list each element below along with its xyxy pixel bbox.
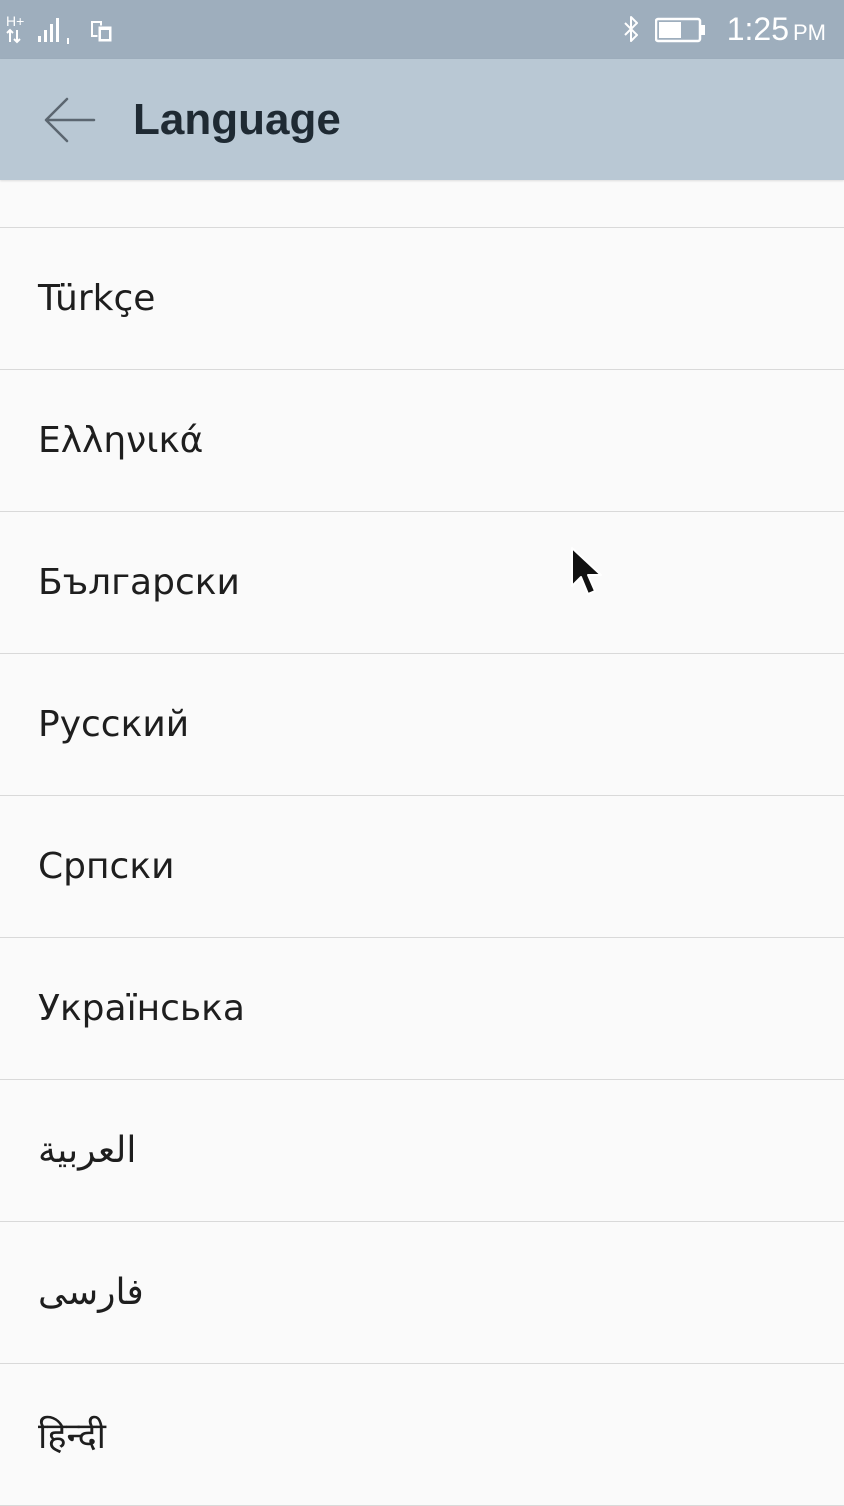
status-left-icons: H+ [6, 12, 126, 46]
back-button[interactable] [30, 81, 110, 159]
list-top-divider [0, 180, 844, 228]
language-label: Українська [38, 988, 245, 1029]
language-item-russian[interactable]: Русский [0, 654, 844, 796]
language-item-greek[interactable]: Ελληνικά [0, 370, 844, 512]
language-item-ukrainian[interactable]: Українська [0, 938, 844, 1080]
page-title: Language [133, 95, 341, 144]
battery-icon [654, 17, 705, 42]
language-label: فارسی [38, 1272, 144, 1313]
status-time: 1:25 PM [726, 11, 826, 47]
bluetooth-icon [624, 15, 638, 42]
status-ampm: PM [793, 20, 826, 45]
status-bar: H+ 1:25 PM [0, 0, 844, 59]
language-label: العربية [38, 1130, 137, 1171]
language-label: Ελληνικά [38, 420, 204, 461]
language-item-serbian[interactable]: Српски [0, 796, 844, 938]
sim-icon [91, 21, 113, 43]
language-item-bulgarian[interactable]: Български [0, 512, 844, 654]
app-bar: Language [0, 59, 844, 180]
language-item-arabic[interactable]: العربية [0, 1080, 844, 1222]
network-type-icon: H+ [6, 13, 24, 29]
language-item-turkish[interactable]: Türkçe [0, 228, 844, 370]
signal-icon: H+ [6, 13, 113, 44]
language-item-hindi[interactable]: हिन्दी [0, 1364, 844, 1506]
language-label: Српски [38, 846, 175, 887]
status-right: 1:25 PM [621, 0, 826, 59]
arrow-left-icon [44, 97, 96, 143]
language-item-persian[interactable]: فارسی [0, 1222, 844, 1364]
language-label: हिन्दी [38, 1416, 107, 1457]
language-label: Русский [38, 704, 190, 745]
language-list: Türkçe Ελληνικά Български Русский Српски… [0, 180, 844, 1506]
language-label: Български [38, 562, 240, 603]
language-label: Türkçe [38, 278, 156, 319]
